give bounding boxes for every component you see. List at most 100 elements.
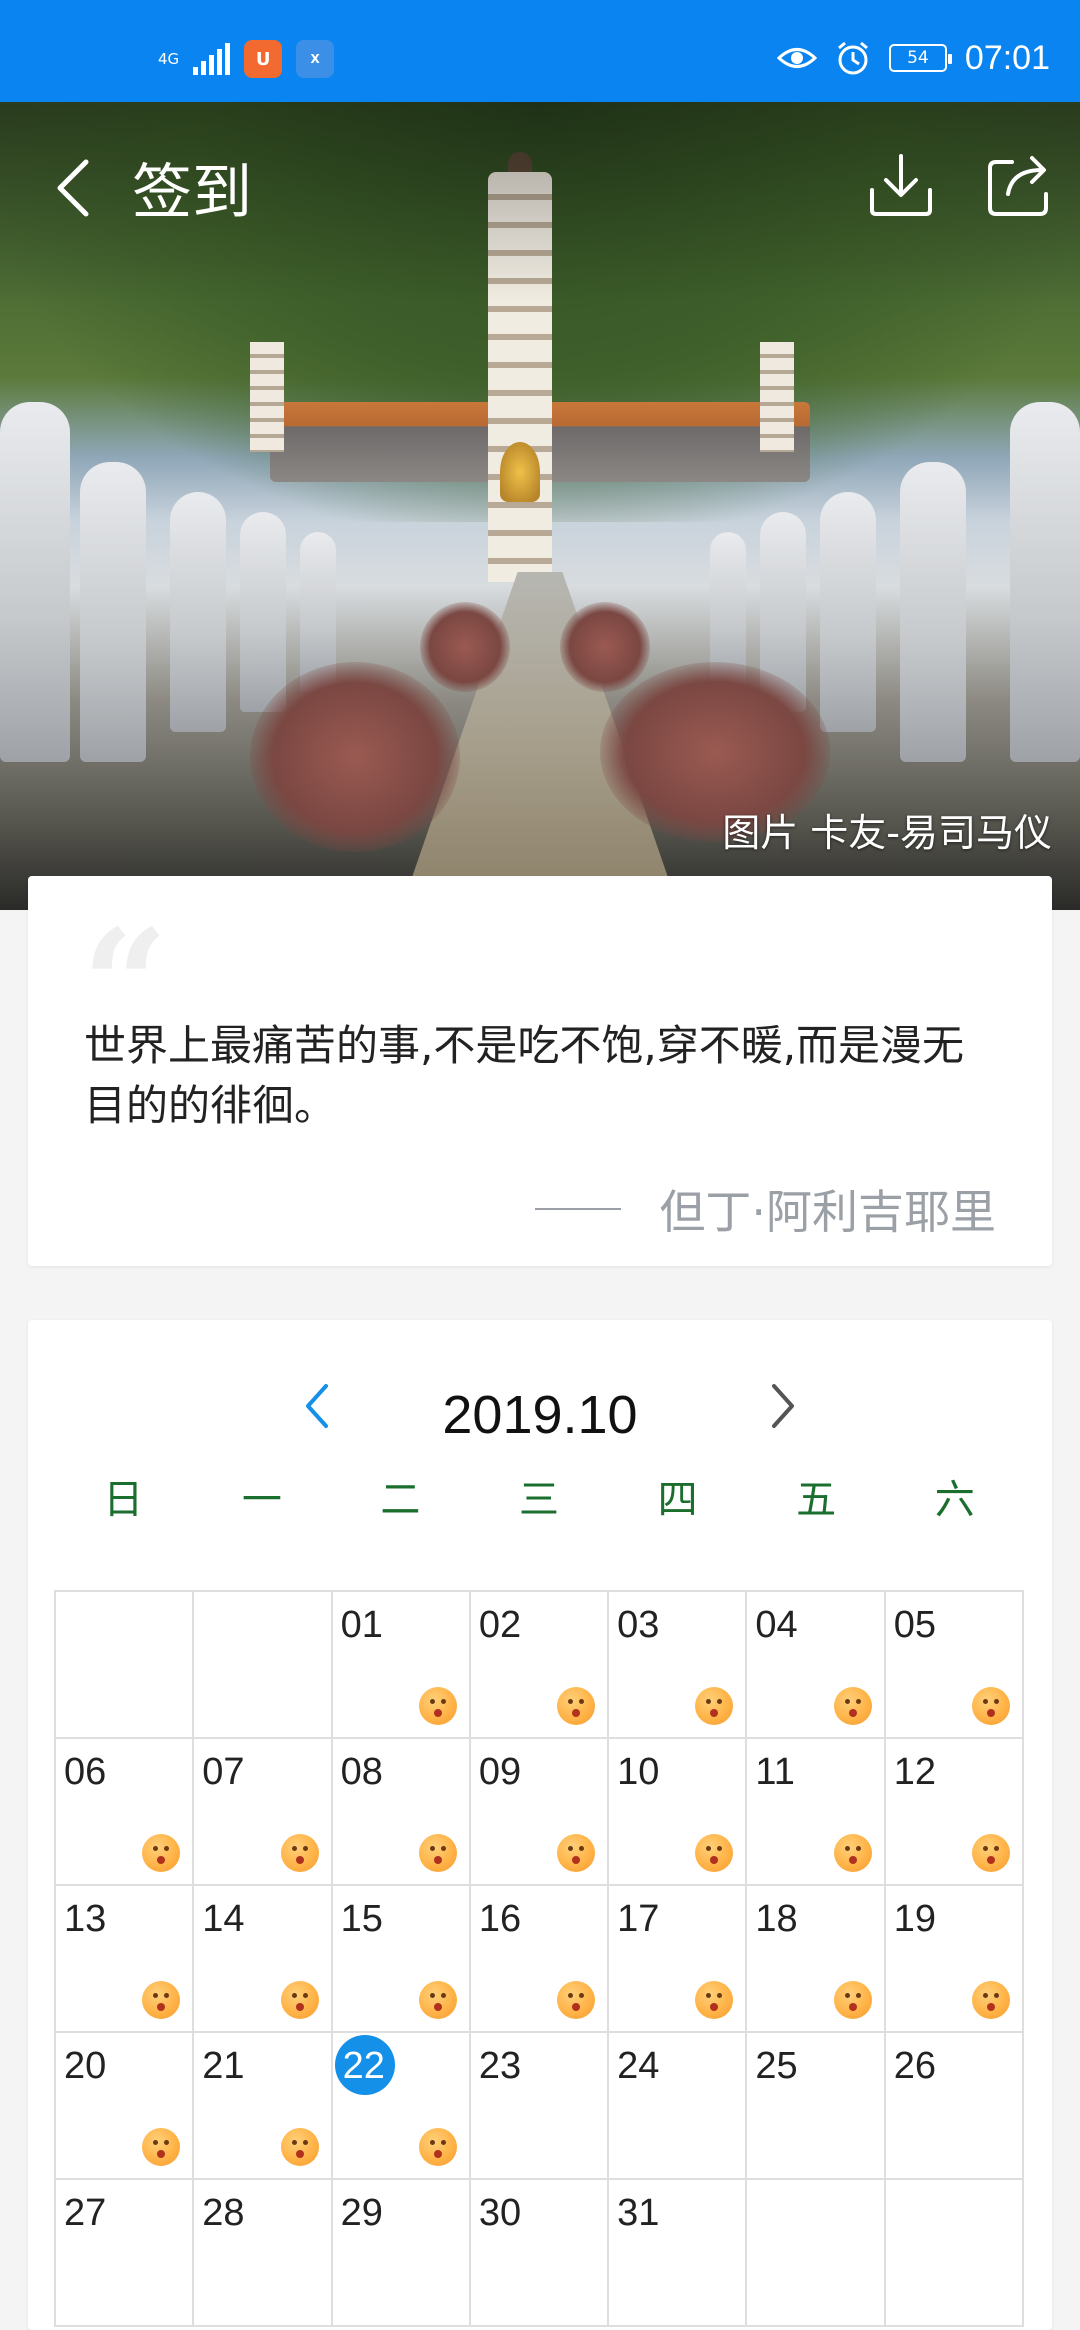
calendar-day-cell[interactable]: 30: [470, 2180, 610, 2327]
next-month-icon[interactable]: [752, 1376, 812, 1436]
weekday-header: 日 一 二 三 四 五 六: [54, 1470, 1024, 1530]
calendar-day-cell[interactable]: 08: [332, 1739, 471, 1886]
quote-card: “ 世界上最痛苦的事,不是吃不饱,穿不暖,而是漫无目的的徘徊。 但丁·阿利吉耶里: [28, 876, 1052, 1266]
calendar-day-cell[interactable]: 15: [332, 1886, 471, 2033]
calendar-day-cell[interactable]: 31: [609, 2180, 748, 2327]
weekday-wed: 三: [518, 1477, 559, 1523]
calendar-day-number: 08: [340, 1751, 383, 1793]
alarm-icon: [837, 41, 868, 75]
status-right: 54 07:01: [776, 36, 1050, 80]
calendar-day-cell[interactable]: 10: [609, 1739, 748, 1886]
calendar-day-number: 06: [64, 1751, 107, 1793]
calendar-day-number: 09: [478, 1751, 522, 1793]
quote-author-line: 但丁·阿利吉耶里: [535, 1176, 996, 1242]
calendar-day-number: 04: [755, 1604, 798, 1646]
calendar-day-cell[interactable]: 20: [56, 2033, 195, 2180]
calendar-day-number: 11: [755, 1751, 795, 1793]
calendar-day-cell[interactable]: 24: [609, 2033, 748, 2180]
calendar-day-cell[interactable]: 11: [747, 1739, 886, 1886]
calendar-day-cell[interactable]: 06: [56, 1739, 195, 1886]
hero-lantern: [170, 492, 226, 732]
share-icon[interactable]: [984, 150, 1054, 220]
calendar-empty-cell: [885, 2180, 1024, 2327]
weekday-sun: 日: [103, 1477, 144, 1523]
calendar-day-number: 17: [617, 1898, 660, 1940]
signed-in-emoji-icon: [142, 1981, 181, 2019]
back-arrow-icon[interactable]: [52, 158, 96, 218]
calendar-day-cell[interactable]: 25: [747, 2033, 886, 2180]
calendar-day-number: 12: [893, 1751, 936, 1793]
signed-in-emoji-icon: [833, 1981, 872, 2019]
signed-in-emoji-icon: [418, 1834, 457, 1872]
calendar-day-cell[interactable]: 23: [470, 2033, 610, 2180]
calendar-day-cell[interactable]: 18: [747, 1886, 886, 2033]
quote-text: 世界上最痛苦的事,不是吃不饱,穿不暖,而是漫无目的的徘徊。: [84, 1021, 965, 1130]
calendar-day-cell[interactable]: 04: [747, 1592, 886, 1739]
calendar-day-cell[interactable]: 22: [332, 2033, 471, 2180]
calendar-day-cell[interactable]: 29: [332, 2180, 471, 2327]
calendar-day-number: 23: [478, 2045, 522, 2087]
calendar-day-number: 27: [64, 2192, 107, 2234]
calendar-day-cell[interactable]: 05: [885, 1592, 1024, 1739]
battery-icon: 54: [888, 44, 952, 72]
calendar-day-cell[interactable]: 03: [609, 1592, 748, 1739]
calendar-day-cell[interactable]: 16: [470, 1886, 610, 2033]
signed-in-emoji-icon: [142, 1834, 181, 1872]
calendar-day-number: 25: [755, 2045, 798, 2087]
calendar-card: 2019.10 日 一 二 三 四 五 六 01 02 03 04 05 06 07 08 09…: [28, 1320, 1052, 2330]
calendar-day-number: 15: [340, 1898, 383, 1940]
signal-icon: [193, 43, 231, 75]
calendar-day-cell[interactable]: 27: [56, 2180, 195, 2327]
signed-in-emoji-icon: [833, 1687, 872, 1725]
calendar-day-cell[interactable]: 09: [470, 1739, 610, 1886]
weekday-tue: 二: [380, 1477, 421, 1523]
hero-lantern: [80, 462, 146, 762]
xiaoying-icon: X: [296, 40, 335, 78]
calendar-month: 2019.10: [442, 1385, 638, 1445]
calendar-day-number: 05: [893, 1604, 936, 1646]
calendar-day-number: 29: [340, 2192, 383, 2234]
calendar-day-cell[interactable]: 28: [194, 2180, 333, 2327]
quote-author: 但丁·阿利吉耶里: [659, 1185, 996, 1239]
calendar-day-number: 13: [64, 1898, 107, 1940]
calendar-day-cell[interactable]: 19: [885, 1886, 1024, 2033]
weekday-fri: 五: [796, 1477, 837, 1523]
calendar-day-number: 18: [755, 1898, 798, 1940]
weekday-mon: 一: [241, 1477, 282, 1523]
calendar-day-cell[interactable]: 12: [885, 1739, 1024, 1886]
battery-level: 54: [907, 48, 929, 68]
hero-lantern: [1010, 402, 1080, 762]
calendar-day-number: 16: [478, 1898, 522, 1940]
signed-in-emoji-icon: [280, 1834, 319, 1872]
hero-shrub: [560, 602, 650, 692]
calendar-day-cell[interactable]: 13: [56, 1886, 195, 2033]
calendar-day-cell[interactable]: 14: [194, 1886, 333, 2033]
calendar-day-cell[interactable]: 21: [194, 2033, 333, 2180]
calendar-grid: 01 02 03 04 05 06 07 08 09 10 11 12 13 14 15 16 17 18 19 20…: [54, 1590, 1024, 2327]
calendar-empty-cell: [747, 2180, 886, 2327]
signed-in-emoji-icon: [695, 1687, 734, 1725]
calendar-day-number: 02: [478, 1604, 522, 1646]
calendar-day-cell[interactable]: 01: [332, 1592, 471, 1739]
calendar-empty-cell: [194, 1592, 333, 1739]
weekday-sat: 六: [934, 1477, 975, 1523]
signed-in-emoji-icon: [418, 1687, 457, 1725]
calendar-day-number: 22: [342, 2045, 385, 2087]
calendar-day-number: 26: [893, 2045, 936, 2087]
calendar-day-cell[interactable]: 02: [470, 1592, 610, 1739]
signed-in-emoji-icon: [418, 2128, 457, 2166]
calendar-day-number: 14: [202, 1898, 245, 1940]
calendar-day-cell[interactable]: 07: [194, 1739, 333, 1886]
hero-side-pagoda-left: [250, 342, 284, 452]
download-icon[interactable]: [866, 150, 936, 220]
calendar-day-number: 20: [64, 2045, 107, 2087]
calendar-day-number: 19: [893, 1898, 936, 1940]
signed-in-emoji-icon: [972, 1834, 1010, 1872]
calendar-day-cell[interactable]: 26: [885, 2033, 1024, 2180]
calendar-day-number: 31: [617, 2192, 660, 2234]
calendar-day-cell[interactable]: 17: [609, 1886, 748, 2033]
signed-in-emoji-icon: [142, 2128, 181, 2166]
hero-lantern: [0, 402, 70, 762]
hero-lantern: [820, 492, 876, 732]
hero-shrub: [420, 602, 510, 692]
